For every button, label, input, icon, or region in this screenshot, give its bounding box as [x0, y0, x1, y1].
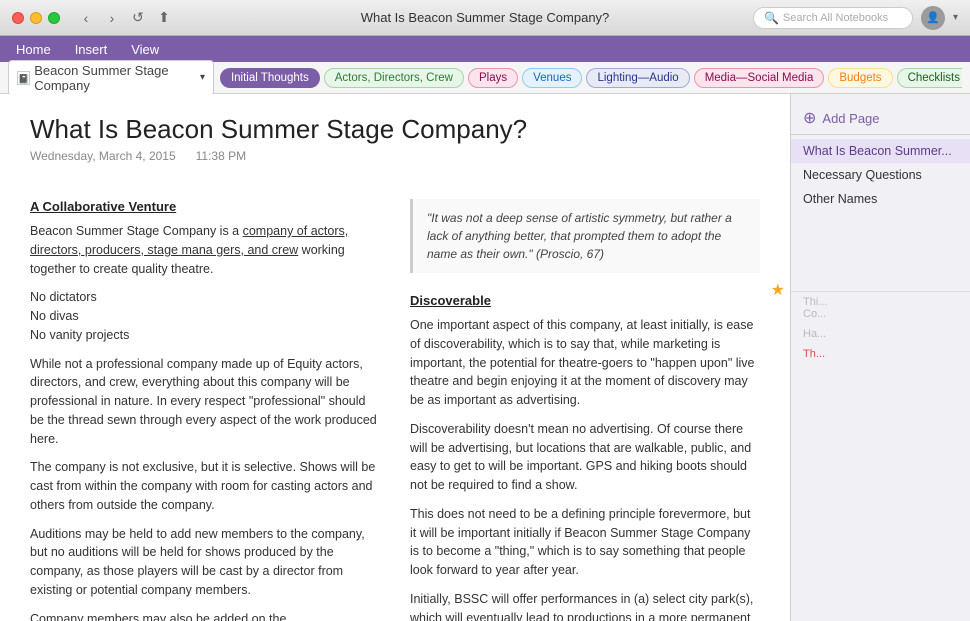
sidebar-item-what-is[interactable]: What Is Beacon Summer... — [791, 139, 970, 163]
para-collaborative-4: The company is not exclusive, but it is … — [30, 458, 380, 514]
nav-controls: ‹ › ↺ ⬆ — [76, 8, 174, 28]
notebook-icon: 📓 — [17, 71, 30, 85]
notebook-chevron: ▾ — [200, 72, 205, 83]
para-collaborative-6: Company members may also be added on the… — [30, 610, 380, 621]
sidebar-partial-3: Th... — [791, 344, 970, 364]
sidebar-item-questions[interactable]: Necessary Questions — [791, 163, 970, 187]
window-controls — [12, 12, 60, 24]
search-bar[interactable]: 🔍 Search All Notebooks — [753, 7, 913, 29]
search-icon: 🔍 — [764, 11, 779, 25]
title-bar: ‹ › ↺ ⬆ What Is Beacon Summer Stage Comp… — [0, 0, 970, 36]
sidebar-item-label-0: What Is Beacon Summer... — [803, 144, 952, 158]
tab-venues[interactable]: Venues — [522, 68, 582, 88]
para-disc-1: One important aspect of this company, at… — [410, 316, 760, 410]
para-collaborative-1: Beacon Summer Stage Company is a company… — [30, 222, 380, 278]
main-area: What Is Beacon Summer Stage Company? Wed… — [0, 94, 970, 621]
tab-checklists[interactable]: Checklists — [897, 68, 962, 88]
tab-lighting[interactable]: Lighting—Audio — [586, 68, 689, 88]
quote-box: "It was not a deep sense of artistic sym… — [410, 199, 760, 273]
menu-home[interactable]: Home — [12, 40, 55, 59]
note-content[interactable]: What Is Beacon Summer Stage Company? Wed… — [0, 94, 790, 621]
menu-insert[interactable]: Insert — [71, 40, 112, 59]
user-avatar[interactable]: 👤 — [921, 6, 945, 30]
account-chevron[interactable]: ▾ — [953, 12, 958, 23]
note-title: What Is Beacon Summer Stage Company? — [30, 114, 760, 145]
quote-text: "It was not a deep sense of artistic sym… — [427, 211, 732, 261]
heading-discoverable: Discoverable — [410, 293, 760, 308]
search-placeholder: Search All Notebooks — [783, 12, 888, 24]
para-disc-3: This does not need to be a defining prin… — [410, 505, 760, 580]
sidebar-partial-2: Ha... — [791, 324, 970, 344]
para-collaborative-3: While not a professional company made up… — [30, 355, 380, 449]
back-button[interactable]: ‹ — [76, 8, 96, 28]
right-column: "It was not a deep sense of artistic sym… — [410, 199, 760, 621]
sidebar-item-names[interactable]: Other Names — [791, 187, 970, 211]
close-button[interactable] — [12, 12, 24, 24]
title-bar-right: 🔍 Search All Notebooks 👤 ▾ — [753, 6, 958, 30]
share-button[interactable]: ⬆ — [154, 8, 174, 28]
add-page-label: Add Page — [822, 111, 879, 126]
minimize-button[interactable] — [30, 12, 42, 24]
tab-actors[interactable]: Actors, Directors, Crew — [324, 68, 464, 88]
add-page-button[interactable]: ⊕ Add Page — [791, 102, 970, 135]
para-disc-2: Discoverability doesn't mean no advertis… — [410, 420, 760, 495]
sidebar-item-label-2: Other Names — [803, 192, 877, 206]
para-disc-4: Initially, BSSC will offer performances … — [410, 590, 760, 621]
left-column: A Collaborative Venture Beacon Summer St… — [30, 199, 380, 621]
menu-view[interactable]: View — [127, 40, 163, 59]
forward-button[interactable]: › — [102, 8, 122, 28]
para-collaborative-5: Auditions may be held to add new members… — [30, 525, 380, 600]
refresh-button[interactable]: ↺ — [128, 8, 148, 28]
maximize-button[interactable] — [48, 12, 60, 24]
heading-collaborative: A Collaborative Venture — [30, 199, 380, 214]
notebook-name: Beacon Summer Stage Company — [34, 63, 196, 93]
note-time: 11:38 PM — [196, 149, 246, 163]
notebook-title[interactable]: 📓 Beacon Summer Stage Company ▾ — [8, 60, 214, 96]
notebook-bar: 📓 Beacon Summer Stage Company ▾ Initial … — [0, 62, 970, 94]
tabs-area: Initial Thoughts Actors, Directors, Crew… — [220, 68, 962, 88]
tab-plays[interactable]: Plays — [468, 68, 518, 88]
tab-media[interactable]: Media—Social Media — [694, 68, 825, 88]
para-collaborative-2: No dictatorsNo divasNo vanity projects — [30, 288, 380, 344]
menu-bar: Home Insert View — [0, 36, 970, 62]
note-date: Wednesday, March 4, 2015 — [30, 149, 176, 163]
tab-initial-thoughts[interactable]: Initial Thoughts — [220, 68, 320, 88]
window-title: What Is Beacon Summer Stage Company? — [361, 10, 610, 25]
add-page-icon: ⊕ — [803, 108, 816, 128]
tab-budgets[interactable]: Budgets — [828, 68, 892, 88]
sidebar-partial-1: Thi...Co... — [791, 291, 970, 324]
sidebar: ⊕ Add Page What Is Beacon Summer... Nece… — [790, 94, 970, 621]
sidebar-item-label-1: Necessary Questions — [803, 168, 922, 182]
